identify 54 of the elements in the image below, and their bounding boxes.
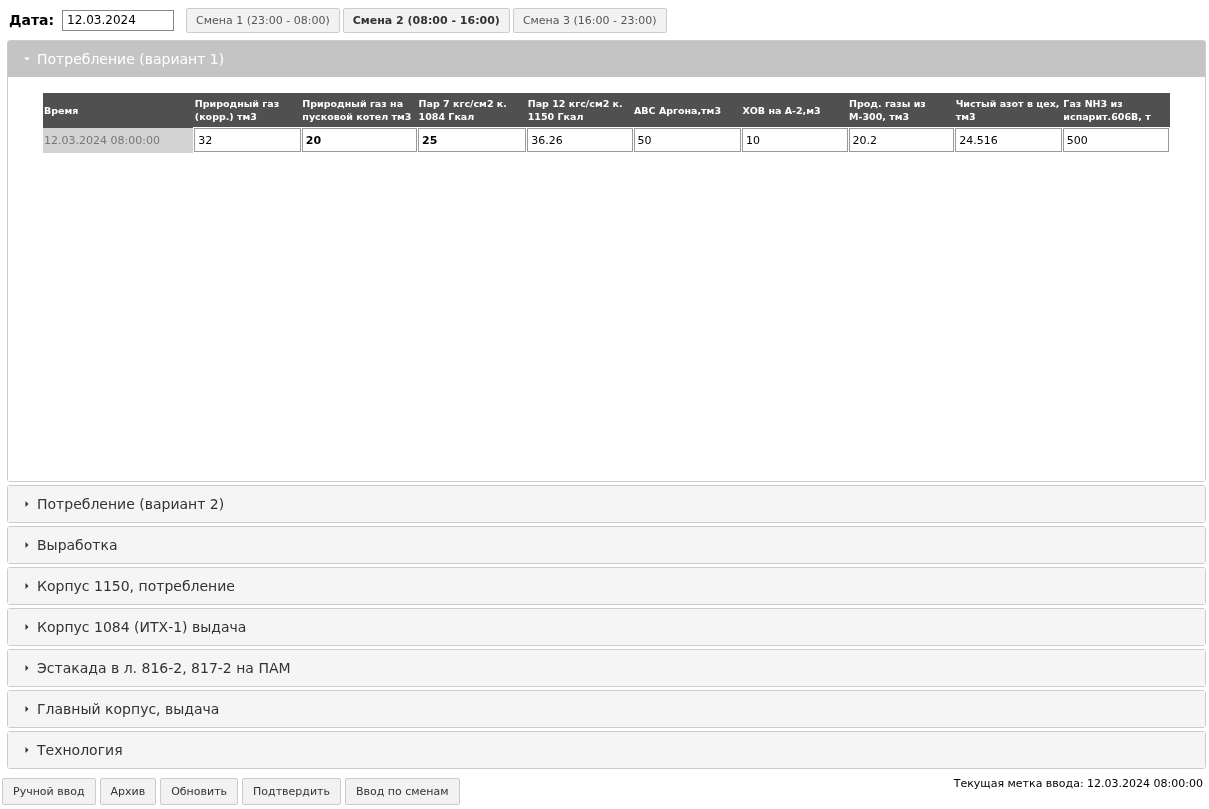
accordion-header[interactable]: Потребление (вариант 2) xyxy=(8,486,1205,522)
accordion-header[interactable]: Эстакада в л. 816-2, 817-2 на ПАМ xyxy=(8,650,1205,686)
accordion-header[interactable]: Технология xyxy=(8,732,1205,768)
shift-button[interactable]: Смена 3 (16:00 - 23:00) xyxy=(512,7,667,33)
caret-right-icon xyxy=(24,583,30,589)
column-header: Газ NH3 из испарит.606В, т xyxy=(1062,93,1170,128)
value-field[interactable]: 32 xyxy=(194,128,301,152)
date-field[interactable]: 12.03.2024 xyxy=(62,9,175,31)
toolbar-button[interactable]: Подтвердить xyxy=(242,778,341,805)
column-header: Прод. газы из М-300, тм3 xyxy=(848,93,955,128)
caret-right-icon xyxy=(24,747,30,753)
value-field[interactable]: 25 xyxy=(418,128,527,152)
section-title: Потребление (вариант 2) xyxy=(37,496,225,512)
caret-right-icon xyxy=(24,706,30,712)
section-title: Корпус 1150, потребление xyxy=(37,578,235,594)
accordion-header[interactable]: Главный корпус, выдача xyxy=(8,691,1205,727)
column-header: Чистый азот в цех, тм3 xyxy=(954,93,1063,128)
accordion-header[interactable]: Корпус 1150, потребление xyxy=(8,568,1205,604)
value-field[interactable]: 24.516 xyxy=(955,128,1062,152)
column-header: Природный газ на пусковой котел тм3 xyxy=(301,93,418,128)
value-field[interactable]: 36.26 xyxy=(527,128,633,152)
section-title: Выработка xyxy=(37,537,118,553)
status-text: Текущая метка ввода: 12.03.2024 08:00:00 xyxy=(953,776,1203,792)
value-field[interactable]: 500 xyxy=(1062,128,1169,152)
toolbar-button[interactable]: Ввод по сменам xyxy=(344,778,460,805)
accordion-header[interactable]: Выработка xyxy=(8,527,1205,563)
section-title: Главный корпус, выдача xyxy=(37,701,220,717)
shift-button[interactable]: Смена 2 (08:00 - 16:00) xyxy=(342,7,510,33)
column-header: Время xyxy=(43,93,194,128)
value-field[interactable]: 20 xyxy=(301,128,418,152)
caret-right-icon xyxy=(24,665,30,671)
value-field[interactable]: 20.2 xyxy=(848,128,955,152)
section-title: Корпус 1084 (ИТХ-1) выдача xyxy=(37,619,247,635)
column-header: Пар 12 кгс/см2 к. 1150 Гкал xyxy=(526,93,633,128)
column-header: Пар 7 кгс/см2 к. 1084 Гкал xyxy=(417,93,527,128)
value-field[interactable]: 10 xyxy=(741,128,848,152)
toolbar-button[interactable]: Обновить xyxy=(160,778,239,805)
caret-right-icon xyxy=(24,624,30,630)
value-field[interactable]: 50 xyxy=(633,128,741,152)
column-header: Природный газ (корр.) тм3 xyxy=(193,93,302,128)
column-header: АВС Аргона,тм3 xyxy=(633,93,742,128)
accordion-header[interactable]: Корпус 1084 (ИТХ-1) выдача xyxy=(8,609,1205,645)
date-label: Дата: xyxy=(9,12,55,28)
shift-button[interactable]: Смена 1 (23:00 - 08:00) xyxy=(186,7,340,33)
toolbar-button[interactable]: Архив xyxy=(99,778,157,805)
section-title: Технология xyxy=(37,742,123,758)
column-header: ХОВ на А-2,м3 xyxy=(741,93,849,128)
caret-down-icon xyxy=(24,56,30,62)
section-title: Потребление (вариант 1) xyxy=(37,51,225,67)
caret-right-icon xyxy=(24,501,30,507)
section-title: Эстакада в л. 816-2, 817-2 на ПАМ xyxy=(37,660,291,676)
toolbar-button[interactable]: Ручной ввод xyxy=(2,778,96,805)
time-cell: 12.03.2024 08:00:00 xyxy=(43,127,194,153)
caret-right-icon xyxy=(24,542,30,548)
